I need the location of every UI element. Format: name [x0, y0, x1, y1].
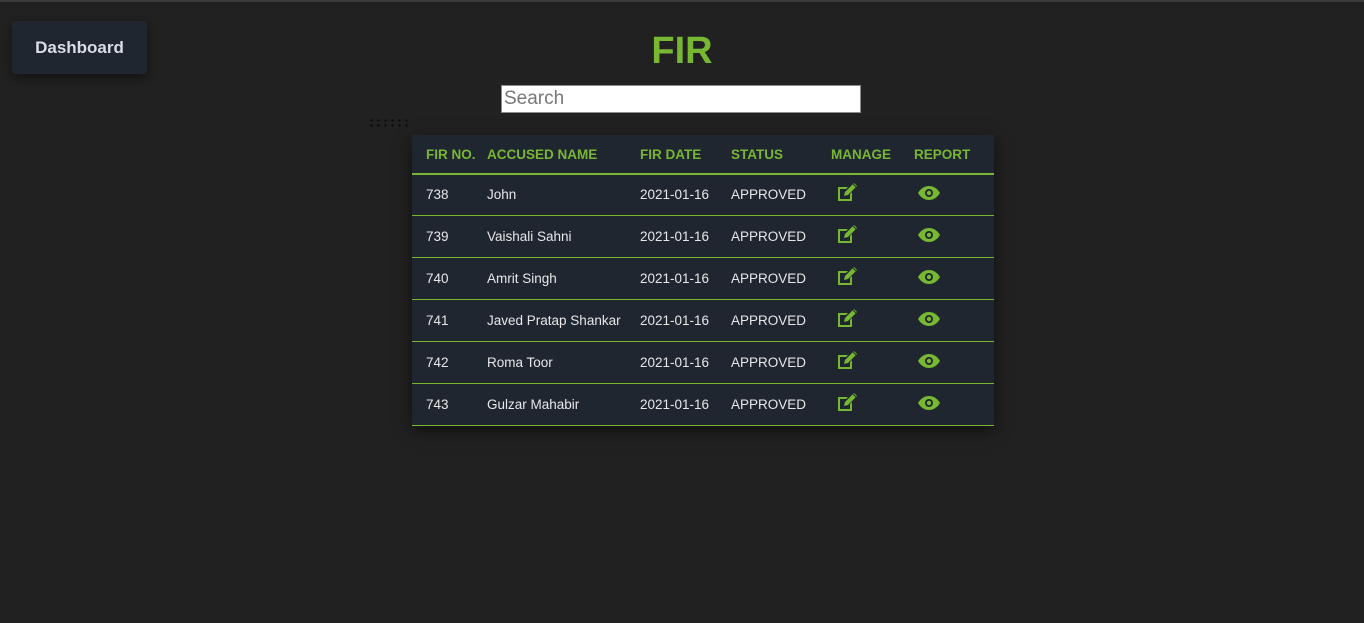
top-border [0, 0, 1364, 2]
header-fir-no: FIR NO. [412, 135, 487, 175]
eye-icon[interactable] [917, 269, 941, 285]
cell-fir-date: 2021-01-16 [640, 174, 731, 216]
table-header-row: FIR NO. ACCUSED NAME FIR DATE STATUS MAN… [412, 135, 994, 175]
table-row: 739 Vaishali Sahni 2021-01-16 APPROVED [412, 215, 994, 258]
cell-fir-no: 740 [412, 257, 487, 300]
cell-status: APPROVED [731, 383, 831, 426]
table-row: 738 John 2021-01-16 APPROVED [412, 174, 994, 216]
table-row: 742 Roma Toor 2021-01-16 APPROVED [412, 341, 994, 384]
cell-status: APPROVED [731, 257, 831, 300]
edit-icon[interactable] [835, 183, 859, 203]
edit-icon[interactable] [835, 392, 859, 413]
cell-status: APPROVED [731, 299, 831, 342]
eye-icon[interactable] [917, 227, 941, 243]
page-title: FIR [651, 30, 713, 72]
cell-accused-name: Amrit Singh [487, 257, 640, 300]
cell-accused-name: John [487, 174, 640, 216]
cell-report [914, 174, 994, 216]
cell-status: APPROVED [731, 174, 831, 216]
cell-manage [831, 299, 914, 342]
cell-manage [831, 215, 914, 258]
table-row: 740 Amrit Singh 2021-01-16 APPROVED [412, 257, 994, 300]
cell-report [914, 215, 994, 258]
cell-manage [831, 341, 914, 384]
cell-fir-no: 739 [412, 215, 487, 258]
cell-fir-date: 2021-01-16 [640, 257, 731, 300]
cell-fir-no: 738 [412, 174, 487, 216]
fir-table: FIR NO. ACCUSED NAME FIR DATE STATUS MAN… [412, 135, 994, 426]
cell-manage [831, 174, 914, 216]
header-manage: MANAGE [831, 135, 914, 175]
cell-accused-name: Roma Toor [487, 341, 640, 384]
cell-fir-date: 2021-01-16 [640, 341, 731, 384]
cell-fir-date: 2021-01-16 [640, 383, 731, 426]
eye-icon[interactable] [917, 185, 941, 201]
cell-fir-no: 742 [412, 341, 487, 384]
table-row: 743 Gulzar Mahabir 2021-01-16 APPROVED [412, 383, 994, 426]
cell-report [914, 341, 994, 384]
cell-manage [831, 383, 914, 426]
cell-accused-name: Javed Pratap Shankar [487, 299, 640, 342]
cell-fir-no: 741 [412, 299, 487, 342]
cell-report [914, 383, 994, 426]
edit-icon[interactable] [835, 350, 859, 371]
cell-fir-date: 2021-01-16 [640, 215, 731, 258]
edit-icon[interactable] [835, 266, 859, 287]
cell-fir-no: 743 [412, 383, 487, 426]
cell-report [914, 299, 994, 342]
edit-icon[interactable] [835, 308, 859, 329]
header-accused-name: ACCUSED NAME [487, 135, 640, 175]
cell-fir-date: 2021-01-16 [640, 299, 731, 342]
eye-icon[interactable] [917, 395, 941, 411]
edit-icon[interactable] [835, 224, 859, 245]
header-report: REPORT [914, 135, 994, 175]
eye-icon[interactable] [917, 311, 941, 327]
cell-report [914, 257, 994, 300]
cell-manage [831, 257, 914, 300]
table-row: 741 Javed Pratap Shankar 2021-01-16 APPROVE… [412, 299, 994, 342]
cell-accused-name: Gulzar Mahabir [487, 383, 640, 426]
header-status: STATUS [731, 135, 831, 175]
fir-table-panel: FIR NO. ACCUSED NAME FIR DATE STATUS MAN… [412, 135, 994, 426]
cell-status: APPROVED [731, 341, 831, 384]
search-input[interactable] [501, 85, 861, 113]
header-fir-date: FIR DATE [640, 135, 731, 175]
cell-accused-name: Vaishali Sahni [487, 215, 640, 258]
cell-status: APPROVED [731, 215, 831, 258]
eye-icon[interactable] [917, 353, 941, 369]
drag-handle[interactable] [368, 118, 412, 128]
